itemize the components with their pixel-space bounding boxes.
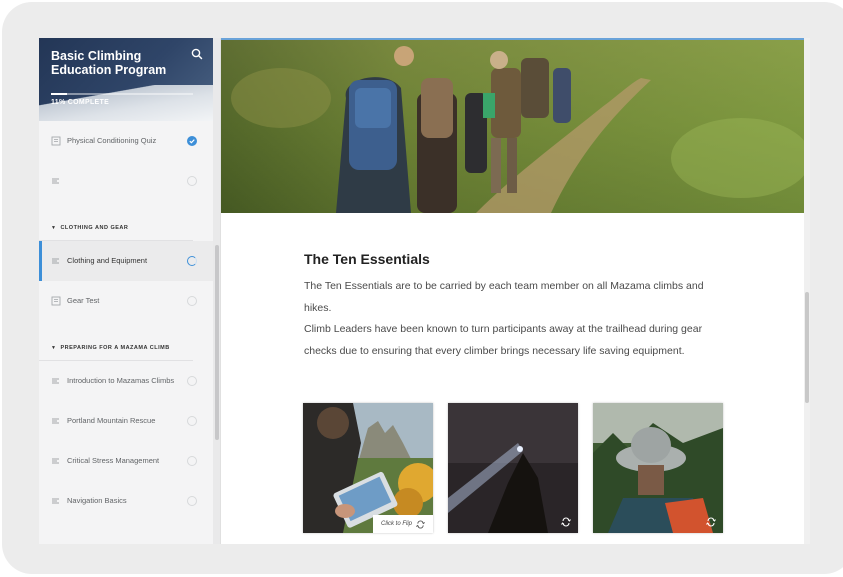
lesson-label: Critical Stress Management	[67, 456, 160, 465]
course-progress-text: 11% COMPLETE	[51, 99, 110, 106]
sidebar-lesson-item[interactable]: Introduction to Mazamas Climbs	[39, 361, 213, 401]
navigation-map-photo	[303, 403, 433, 533]
hero-image-hikers	[221, 38, 806, 213]
sidebar-lesson-item[interactable]: Physical Conditioning Quiz	[39, 121, 213, 161]
lesson-paragraph-2: Climb Leaders have been known to turn pa…	[304, 323, 703, 357]
content-scrollbar[interactable]	[804, 38, 810, 544]
flip-icon[interactable]	[561, 517, 571, 527]
lesson-label: Clothing and Equipment	[67, 256, 148, 265]
lesson-status-indicator	[187, 296, 197, 306]
lesson-status-indicator	[187, 456, 197, 466]
lesson-label: Physical Conditioning Quiz	[67, 136, 157, 145]
check-icon	[189, 139, 195, 144]
search-icon[interactable]	[190, 47, 204, 61]
sidebar-scrollbar[interactable]	[213, 38, 220, 544]
lesson-label: Navigation Basics	[67, 496, 127, 505]
lesson-status-indicator	[187, 136, 197, 146]
course-title: Basic Climbing Education Program	[51, 49, 167, 77]
flashcard-headlamp[interactable]	[448, 403, 578, 533]
collapse-triangle-icon: ▼	[51, 224, 57, 231]
text-lesson-icon	[52, 178, 59, 184]
sidebar-scrollbar-thumb[interactable]	[215, 245, 219, 440]
lesson-status-indicator	[187, 496, 197, 506]
content-top-border	[221, 38, 806, 40]
section-label: CLOTHING AND GEAR	[60, 224, 129, 231]
course-progress-fill	[51, 93, 67, 95]
sidebar-lesson-item[interactable]: Clothing and Equipment	[39, 241, 213, 281]
sidebar-lesson-item[interactable]: Critical Stress Management	[39, 441, 213, 481]
sidebar-lesson-item[interactable]	[39, 161, 213, 201]
flip-icon	[416, 520, 425, 528]
sidebar-lesson-item[interactable]: Portland Mountain Rescue	[39, 401, 213, 441]
content-scrollbar-thumb[interactable]	[805, 292, 809, 403]
lesson-status-indicator	[187, 376, 197, 386]
section-label: PREPARING FOR A MAZAMA CLIMB	[60, 344, 170, 351]
click-to-flip-button[interactable]: Click to Flip	[372, 515, 433, 533]
text-lesson-icon	[52, 458, 59, 464]
course-sidebar: Basic Climbing Education Program 11% COM…	[39, 38, 221, 544]
sidebar-lesson-item[interactable]: Gear Test	[39, 281, 213, 321]
lesson-status-indicator	[187, 176, 197, 186]
lesson-body: The Ten Essentials are to be carried by …	[304, 276, 729, 362]
lesson-heading: The Ten Essentials	[304, 251, 430, 267]
lesson-label: Introduction to Mazamas Climbs	[67, 376, 175, 385]
lesson-list: Physical Conditioning Quiz ▼ CLOTHING AND …	[39, 121, 213, 521]
text-lesson-icon	[52, 418, 59, 424]
headlamp-photo	[448, 403, 578, 533]
collapse-triangle-icon: ▼	[51, 344, 57, 351]
app-screen: Basic Climbing Education Program 11% COM…	[39, 38, 810, 544]
flashcard-sun-hat[interactable]	[593, 403, 723, 533]
text-lesson-icon	[52, 498, 59, 504]
sun-hat-backpack-photo	[593, 403, 723, 533]
text-lesson-icon	[52, 378, 59, 384]
flashcard-navigation[interactable]: Click to Flip	[303, 403, 433, 533]
quiz-icon	[51, 296, 61, 306]
course-progress-bar	[51, 93, 193, 95]
section-header[interactable]: ▼ PREPARING FOR A MAZAMA CLIMB	[39, 335, 193, 361]
sidebar-lesson-item[interactable]: Navigation Basics	[39, 481, 213, 521]
lesson-status-indicator	[187, 416, 197, 426]
lesson-label: Portland Mountain Rescue	[67, 416, 156, 425]
click-to-flip-label: Click to Flip	[380, 521, 412, 527]
course-header: Basic Climbing Education Program 11% COM…	[39, 38, 213, 121]
flip-icon[interactable]	[706, 517, 716, 527]
section-header[interactable]: ▼ CLOTHING AND GEAR	[39, 215, 193, 241]
lesson-paragraph-1: The Ten Essentials are to be carried by …	[304, 280, 704, 314]
lesson-label: Gear Test	[67, 296, 100, 305]
lesson-content: The Ten Essentials The Ten Essentials ar…	[221, 38, 810, 544]
lesson-status-indicator	[187, 256, 197, 266]
text-lesson-icon	[52, 258, 59, 264]
quiz-icon	[51, 136, 61, 146]
